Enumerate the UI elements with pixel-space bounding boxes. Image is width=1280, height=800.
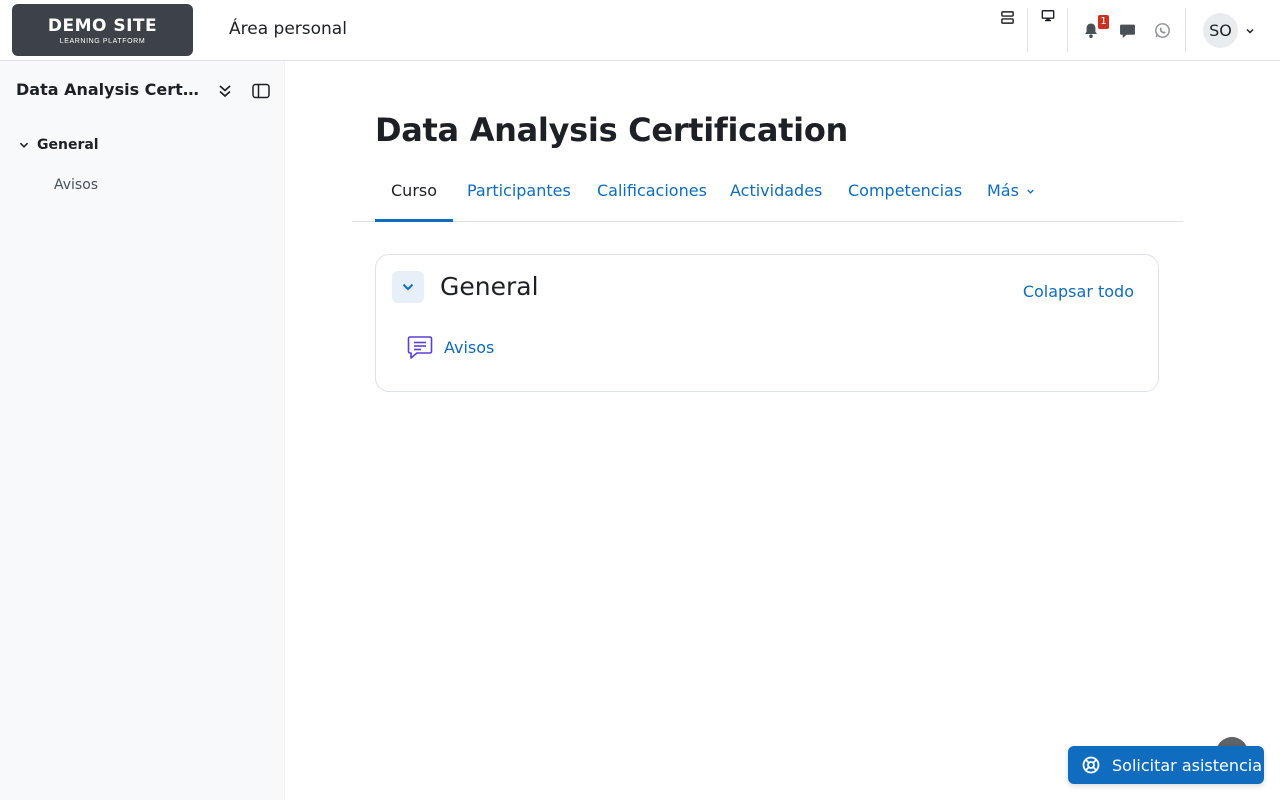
chevron-down-icon bbox=[402, 283, 414, 291]
logo-subtitle: LEARNING PLATFORM bbox=[59, 37, 146, 45]
logo-title: DEMO SITE bbox=[47, 15, 158, 36]
drawer-course-title: Data Analysis Certification bbox=[16, 80, 202, 99]
notification-count-badge: 1 bbox=[1098, 15, 1109, 29]
tab-curso[interactable]: Curso bbox=[375, 170, 454, 222]
navbar-divider bbox=[1067, 8, 1068, 52]
course-section-general: General Colapsar todo Avisos bbox=[375, 254, 1159, 392]
chevron-down-icon bbox=[19, 142, 29, 148]
monitor-icon[interactable] bbox=[1038, 6, 1058, 26]
collapse-all-sections-icon[interactable] bbox=[214, 80, 236, 102]
forum-icon bbox=[407, 336, 433, 359]
tab-actividades[interactable]: Actividades bbox=[730, 170, 822, 221]
tab-competencias[interactable]: Competencias bbox=[848, 170, 962, 221]
navbar-divider bbox=[1027, 8, 1028, 52]
page-title: Data Analysis Certification bbox=[375, 111, 848, 149]
course-tabs: Curso Participantes Calificaciones Activ… bbox=[352, 170, 1183, 222]
request-assistance-button[interactable]: Solicitar asistencia bbox=[1068, 746, 1264, 784]
drawer-section-label: General bbox=[37, 137, 99, 153]
layout-toggle-icon[interactable] bbox=[996, 6, 1018, 28]
tab-participantes[interactable]: Participantes bbox=[467, 170, 571, 221]
whatsapp-icon[interactable] bbox=[1152, 20, 1172, 40]
dashboard-link[interactable]: Área personal bbox=[229, 19, 347, 39]
collapse-all-link[interactable]: Colapsar todo bbox=[1023, 282, 1134, 301]
tab-more-label: Más bbox=[987, 181, 1019, 200]
activity-name: Avisos bbox=[444, 337, 495, 357]
top-navbar: DEMO SITE LEARNING PLATFORM Área persona… bbox=[0, 0, 1280, 61]
lifebuoy-icon bbox=[1082, 756, 1100, 774]
tab-more[interactable]: Más bbox=[987, 170, 1035, 221]
chevron-down-icon bbox=[1027, 189, 1034, 194]
user-menu-chevron-down-icon[interactable] bbox=[1243, 24, 1257, 38]
tab-calificaciones[interactable]: Calificaciones bbox=[597, 170, 707, 221]
drawer-section-general[interactable]: General bbox=[18, 137, 99, 153]
site-logo[interactable]: DEMO SITE LEARNING PLATFORM bbox=[12, 4, 193, 56]
user-avatar[interactable]: SO bbox=[1203, 13, 1238, 48]
request-assistance-label: Solicitar asistencia bbox=[1112, 755, 1263, 775]
navbar-divider bbox=[1185, 8, 1186, 52]
messages-icon[interactable] bbox=[1117, 20, 1137, 40]
section-collapse-button[interactable] bbox=[392, 271, 424, 303]
section-title: General bbox=[440, 272, 539, 301]
close-drawer-icon[interactable] bbox=[250, 80, 272, 102]
activity-item[interactable]: Avisos bbox=[406, 333, 494, 361]
drawer-item-avisos[interactable]: Avisos bbox=[54, 177, 98, 193]
course-index-drawer: Data Analysis Certification General Avis… bbox=[0, 61, 285, 800]
